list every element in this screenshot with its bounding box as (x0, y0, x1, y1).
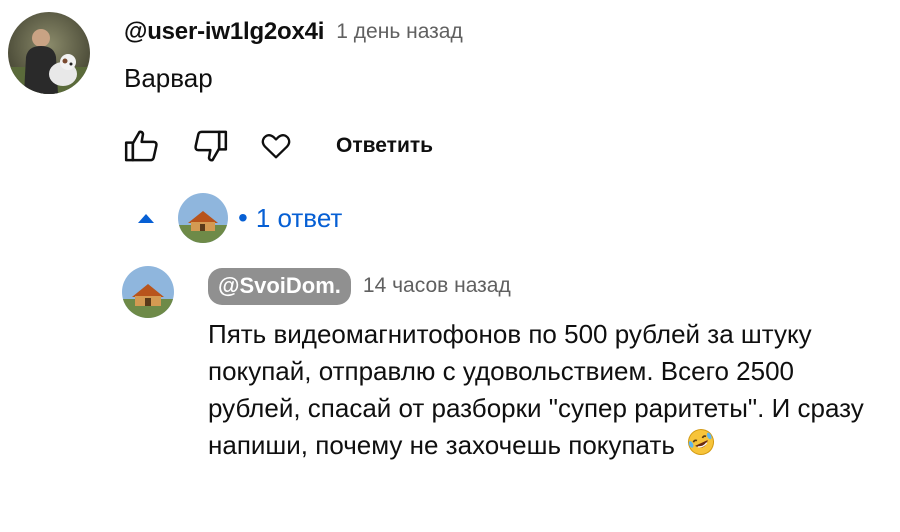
reply-text-block: Пять видеомагнитофонов по 500 рублей за … (208, 316, 888, 467)
separator-dot: • (238, 202, 248, 233)
comment-header: @user-iw1lg2ox4i 1 день назад (124, 16, 463, 48)
reply-text: Пять видеомагнитофонов по 500 рублей за … (208, 319, 864, 460)
comment-actions: Ответить (118, 122, 443, 170)
comment-text: Варвар (124, 63, 213, 93)
rofl-emoji-icon (686, 427, 716, 467)
replies-count[interactable]: 1 ответ (256, 203, 343, 234)
comment-author[interactable]: @user-iw1lg2ox4i (124, 18, 324, 46)
reply-author-avatar-small (178, 193, 228, 243)
reply-button[interactable]: Ответить (326, 128, 443, 164)
reply-timestamp[interactable]: 14 часов назад (363, 274, 511, 298)
reply-header: @SvoiDom. 14 часов назад (208, 266, 511, 306)
comment-timestamp[interactable]: 1 день назад (336, 20, 462, 44)
dislike-button[interactable] (186, 122, 234, 170)
replies-toggle[interactable]: • 1 ответ (128, 190, 342, 246)
like-button[interactable] (118, 122, 166, 170)
caret-up-icon (128, 200, 164, 236)
thumbs-up-icon (124, 130, 158, 162)
commenter-avatar[interactable] (8, 12, 90, 94)
heart-icon (261, 134, 291, 159)
heart-button[interactable] (252, 122, 300, 170)
reply-author[interactable]: @SvoiDom. (208, 267, 351, 305)
reply-author-avatar[interactable] (122, 266, 174, 318)
thumbs-down-icon (194, 130, 228, 162)
